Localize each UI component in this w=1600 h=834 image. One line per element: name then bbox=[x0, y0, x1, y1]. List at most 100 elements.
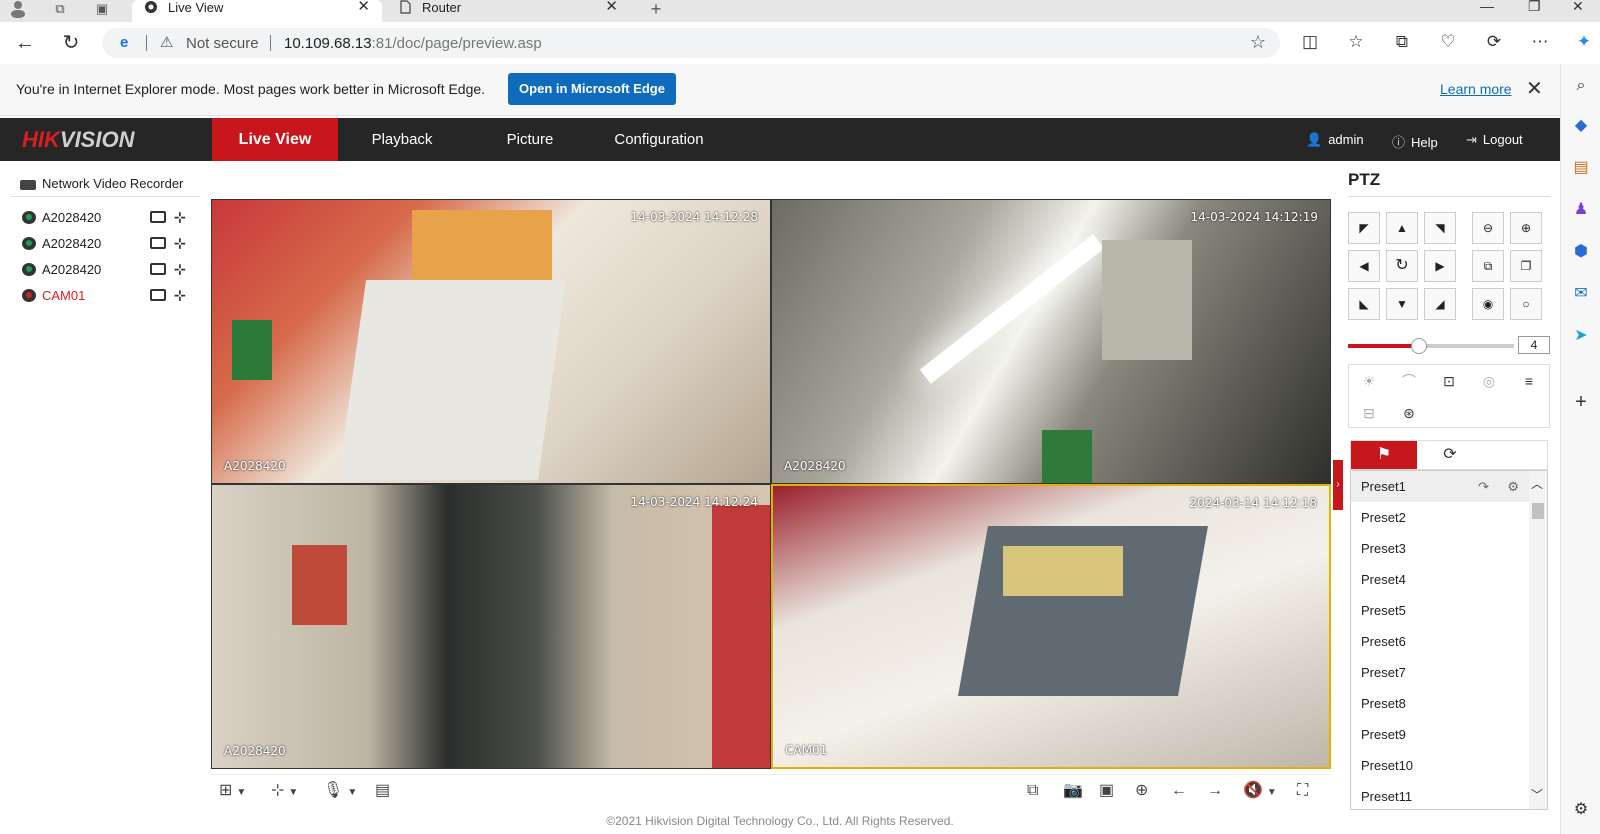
open-in-edge-button[interactable]: Open in Microsoft Edge bbox=[508, 73, 676, 105]
record-icon[interactable] bbox=[150, 237, 166, 249]
preset-item[interactable]: Preset11 bbox=[1351, 781, 1529, 809]
preset-item[interactable]: Preset7 bbox=[1351, 657, 1529, 688]
profile-icon[interactable] bbox=[8, 0, 28, 20]
focus-near-button[interactable]: ⧉ bbox=[1472, 250, 1504, 282]
scroll-up-icon[interactable]: ︿ bbox=[1531, 475, 1543, 492]
office-icon[interactable]: ⬢ bbox=[1569, 240, 1593, 264]
tab-live-view[interactable]: Live View ✕ bbox=[132, 0, 382, 22]
fullscreen-icon[interactable]: ⛶ bbox=[1297, 781, 1308, 801]
restore-icon[interactable]: ❐ bbox=[1528, 0, 1541, 15]
new-tab-icon[interactable]: + bbox=[646, 0, 666, 20]
stream-type-button[interactable]: ⊹ ▼ bbox=[271, 781, 298, 801]
help-link[interactable]: ⓘ Help bbox=[1392, 132, 1438, 151]
ptz-control-icon[interactable]: ⊹ bbox=[174, 209, 186, 226]
pan-right-button[interactable]: ▶ bbox=[1424, 250, 1456, 282]
ie-mode-icon[interactable]: e bbox=[120, 34, 128, 51]
iris-open-button[interactable]: ◉ bbox=[1472, 288, 1504, 320]
favorite-star-icon[interactable]: ☆ bbox=[1250, 32, 1266, 53]
zoom-in-button[interactable]: ⊕ bbox=[1510, 212, 1542, 244]
focus-far-button[interactable]: ❐ bbox=[1510, 250, 1542, 282]
iris-close-button[interactable]: ○ bbox=[1510, 288, 1542, 320]
nvr-root[interactable]: Network Video Recorder bbox=[20, 176, 183, 191]
close-tab-icon[interactable]: ✕ bbox=[605, 0, 618, 15]
minimize-icon[interactable]: — bbox=[1480, 0, 1494, 14]
workspaces-icon[interactable]: ⧉ bbox=[50, 0, 70, 20]
security-label[interactable]: Not secure bbox=[186, 35, 259, 52]
preset-item[interactable]: Preset3 bbox=[1351, 533, 1529, 564]
scroll-thumb[interactable] bbox=[1532, 503, 1544, 519]
volume-icon[interactable]: 🔇 ▼ bbox=[1243, 781, 1277, 801]
more-menu-icon[interactable]: ⋯ bbox=[1528, 32, 1552, 54]
camera-item[interactable]: A2028420 ⊹ bbox=[22, 260, 192, 280]
add-sidebar-icon[interactable]: + bbox=[1569, 390, 1593, 414]
record-icon[interactable] bbox=[150, 211, 166, 223]
scroll-down-icon[interactable]: ﹀ bbox=[1531, 786, 1543, 803]
pan-down-left-button[interactable]: ◣ bbox=[1348, 288, 1380, 320]
tab-router[interactable]: Router ✕ bbox=[386, 0, 630, 22]
user-menu[interactable]: 👤 admin bbox=[1306, 132, 1364, 148]
stop-all-preview-icon[interactable]: ⧉ bbox=[1027, 781, 1038, 801]
preset-item[interactable]: Preset5 bbox=[1351, 595, 1529, 626]
preset-item[interactable]: Preset6 bbox=[1351, 626, 1529, 657]
close-banner-icon[interactable]: ✕ bbox=[1526, 76, 1543, 101]
pan-up-left-button[interactable]: ◤ bbox=[1348, 212, 1380, 244]
preset-item[interactable]: Preset10 bbox=[1351, 750, 1529, 781]
video-window-4-selected[interactable]: 2024-03-14 14:12:18 CAM01 bbox=[771, 484, 1331, 769]
camera-item[interactable]: A2028420 ⊹ bbox=[22, 208, 192, 228]
lens-init-icon[interactable]: ◎ bbox=[1469, 365, 1509, 397]
favorites-icon[interactable]: ☆ bbox=[1344, 32, 1368, 54]
video-window-3[interactable]: 14-03-2024 14:12:24 A2028420 bbox=[211, 484, 771, 769]
record-icon[interactable] bbox=[150, 289, 166, 301]
preset-item[interactable]: Preset2 bbox=[1351, 502, 1529, 533]
slider-knob[interactable] bbox=[1411, 338, 1428, 354]
3d-zoom-icon[interactable]: ⊛ bbox=[1389, 397, 1429, 429]
preset-scrollbar[interactable]: ︿ ﹀ bbox=[1529, 471, 1547, 809]
record-all-icon[interactable]: ▣ bbox=[1099, 781, 1114, 801]
collections-icon[interactable]: ⧉ bbox=[1390, 32, 1414, 54]
copilot-icon[interactable]: ✦ bbox=[1572, 32, 1596, 54]
ptz-control-icon[interactable]: ⊹ bbox=[174, 287, 186, 304]
pan-left-button[interactable]: ◀ bbox=[1348, 250, 1380, 282]
nav-playback[interactable]: Playback bbox=[338, 118, 466, 161]
audio-talk-button[interactable]: 🎙 ▼ bbox=[323, 781, 357, 801]
speed-value[interactable]: 4 bbox=[1518, 336, 1550, 354]
tab-presets[interactable]: ⚑ bbox=[1351, 441, 1417, 469]
pan-up-right-button[interactable]: ◥ bbox=[1424, 212, 1456, 244]
collapse-panel-handle[interactable]: › bbox=[1333, 460, 1343, 510]
tab-patrol[interactable]: ⟳ bbox=[1417, 441, 1483, 469]
games-icon[interactable]: ♟ bbox=[1569, 198, 1593, 222]
split-screen-icon[interactable]: ◫ bbox=[1298, 32, 1322, 54]
video-window-1[interactable]: 14-03-2024 14:12:28 A2028420 bbox=[211, 199, 771, 484]
nav-live-view[interactable]: Live View bbox=[212, 118, 338, 161]
preset-item[interactable]: Preset1 ↷ ⚙ bbox=[1351, 471, 1529, 502]
capture-icon[interactable]: 📷 bbox=[1063, 781, 1083, 801]
pan-down-right-button[interactable]: ◢ bbox=[1424, 288, 1456, 320]
logout-link[interactable]: ⇥ Logout bbox=[1466, 132, 1523, 148]
back-icon[interactable]: ← bbox=[12, 30, 38, 56]
browser-essentials-icon[interactable]: ♡ bbox=[1436, 32, 1460, 54]
learn-more-link[interactable]: Learn more bbox=[1440, 81, 1512, 97]
record-icon[interactable] bbox=[150, 263, 166, 275]
pan-up-button[interactable]: ▲ bbox=[1386, 212, 1418, 244]
call-preset-icon[interactable]: ↷ bbox=[1478, 471, 1489, 502]
close-tab-icon[interactable]: ✕ bbox=[357, 0, 370, 15]
next-page-icon[interactable]: → bbox=[1207, 781, 1223, 801]
previous-page-icon[interactable]: ← bbox=[1171, 781, 1187, 801]
search-icon[interactable]: ⌕ bbox=[1569, 74, 1593, 98]
url-field[interactable]: e ⚠ Not secure 10.109.68.13:81/doc/page/… bbox=[102, 28, 1280, 58]
drop-icon[interactable]: ➤ bbox=[1569, 324, 1593, 348]
light-icon[interactable]: ☀ bbox=[1349, 365, 1389, 397]
nav-picture[interactable]: Picture bbox=[466, 118, 594, 161]
tab-pattern[interactable] bbox=[1483, 441, 1549, 469]
outlook-icon[interactable]: ✉ bbox=[1569, 282, 1593, 306]
more-settings-icon[interactable]: ≡ bbox=[1509, 365, 1549, 397]
window-close-icon[interactable]: ✕ bbox=[1572, 0, 1584, 15]
video-window-2[interactable]: 14-03-2024 14:12:19 A2028420 bbox=[771, 199, 1331, 484]
preset-item[interactable]: Preset4 bbox=[1351, 564, 1529, 595]
refresh-icon[interactable]: ↻ bbox=[58, 30, 84, 56]
preset-item[interactable]: Preset8 bbox=[1351, 688, 1529, 719]
set-preset-icon[interactable]: ⚙ bbox=[1507, 471, 1519, 502]
vertical-tabs-icon[interactable]: ▣ bbox=[92, 0, 112, 20]
auto-focus-icon[interactable]: ⊡ bbox=[1429, 365, 1469, 397]
preset-item[interactable]: Preset9 bbox=[1351, 719, 1529, 750]
